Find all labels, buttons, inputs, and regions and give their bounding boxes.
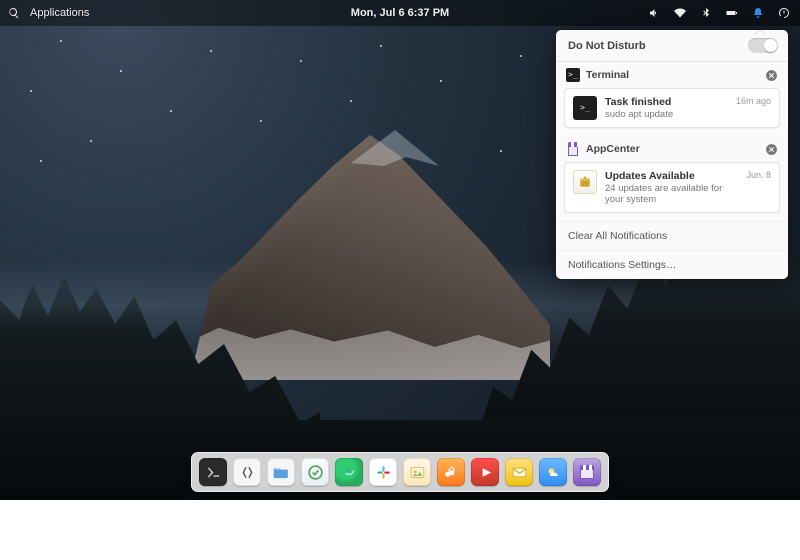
notification-card[interactable]: Updates Available 24 updates are availab… [564,162,780,213]
top-panel: Applications Mon, Jul 6 6:37 PM [0,0,800,26]
star [60,40,62,42]
notification-title: Task finished [605,96,728,108]
star [300,60,302,62]
updates-icon [573,170,597,194]
section-app-name: Terminal [586,69,629,81]
dock-app-code[interactable] [233,458,261,486]
desktop: Applications Mon, Jul 6 6:37 PM [0,0,800,500]
notification-time: 16m ago [736,96,771,120]
dnd-toggle[interactable] [748,38,778,53]
datetime-label: Mon, Jul 6 6:37 PM [351,7,449,19]
search-icon [8,7,20,19]
terminal-icon [566,68,580,82]
dock-app-files[interactable] [267,458,295,486]
dock-app-weather[interactable] [539,458,567,486]
system-tray [646,5,792,21]
notification-settings-button[interactable]: Notifications Settings… [556,250,788,279]
dock-app-tasks[interactable] [301,458,329,486]
dock-app-videos[interactable] [471,458,499,486]
battery-icon[interactable] [724,5,740,21]
star [380,45,382,47]
notification-title: Updates Available [605,170,738,182]
notification-popover: Do Not Disturb Terminal Task finished su… [556,30,788,279]
notification-body: sudo apt update [605,109,728,120]
clear-section-icon[interactable] [765,69,778,82]
dnd-row: Do Not Disturb [556,30,788,62]
dock-app-web[interactable] [335,458,363,486]
star [90,140,92,142]
dock-app-terminal[interactable] [199,458,227,486]
bluetooth-icon[interactable] [698,5,714,21]
star [260,120,262,122]
dock-app-appcenter[interactable] [573,458,601,486]
star [30,90,32,92]
session-icon[interactable] [776,5,792,21]
star [170,110,172,112]
star [520,55,522,57]
notification-section-header: AppCenter [556,136,788,160]
dock-app-mail[interactable] [505,458,533,486]
clear-all-button[interactable]: Clear All Notifications [556,221,788,250]
notification-section-header: Terminal [556,62,788,86]
dock-app-slack[interactable] [369,458,397,486]
dock-app-music[interactable] [437,458,465,486]
star [120,70,122,72]
network-icon[interactable] [672,5,688,21]
applications-menu[interactable]: Applications [8,7,89,19]
notifications-icon[interactable] [750,5,766,21]
star [210,50,212,52]
dnd-label: Do Not Disturb [568,40,646,52]
clock[interactable]: Mon, Jul 6 6:37 PM [351,7,449,19]
star [40,160,42,162]
star [350,100,352,102]
notification-time: Jun. 8 [746,170,771,205]
notification-body: 24 updates are available for your system [605,183,738,205]
star [500,150,502,152]
star [440,80,442,82]
dock-app-photos[interactable] [403,458,431,486]
appcenter-icon [566,142,580,156]
terminal-icon [573,96,597,120]
clear-section-icon[interactable] [765,143,778,156]
section-app-name: AppCenter [586,143,640,155]
volume-icon[interactable] [646,5,662,21]
dock [191,452,609,492]
appcenter-icon [578,465,596,479]
notification-card[interactable]: Task finished sudo apt update 16m ago [564,88,780,128]
applications-label: Applications [30,7,89,19]
